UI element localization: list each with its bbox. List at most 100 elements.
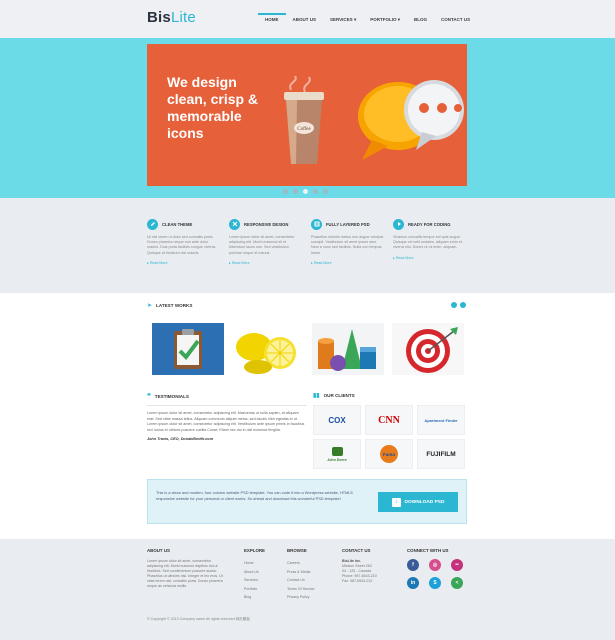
hero-headline: We design clean, crisp & memorable icons: [167, 74, 259, 141]
footer-link[interactable]: Press & Media: [287, 568, 337, 577]
feature-text: Phasellus lobortis metus non augue volut…: [311, 235, 384, 255]
footer-link[interactable]: Blog: [244, 593, 284, 602]
prev-arrow-icon[interactable]: [451, 302, 457, 308]
facebook-icon[interactable]: f: [407, 559, 419, 571]
client-logo-fanta[interactable]: Fanta: [365, 439, 413, 469]
nav-about[interactable]: ABOUT US: [286, 17, 324, 23]
feature-title: FULLY LAYERED PSD: [326, 221, 370, 227]
work-thumb-shapes[interactable]: [312, 323, 384, 375]
feature-ready-coding: READY FOR CODING Vivamus convallis tempo…: [393, 218, 467, 265]
footer-link[interactable]: Home: [244, 559, 284, 568]
footer-contact: CONTACT US BisLite Inc. Mission Street 2…: [342, 548, 397, 584]
footer-link[interactable]: Terms Of Service: [287, 585, 337, 594]
read-more-link[interactable]: ▸ Read More: [393, 256, 467, 260]
download-label: DOWNLOAD PSD: [404, 499, 445, 505]
social-icons: f ◎ •• in S <: [407, 559, 469, 589]
coffee-cup-icon: Coffee: [284, 76, 324, 164]
works-nav: [451, 302, 466, 308]
slider-dot[interactable]: [323, 189, 328, 194]
download-banner: This is a clean and modern, four column …: [147, 479, 467, 524]
testimonials-title: TESTIMONIALS: [154, 393, 189, 399]
chevron-down-icon: ▾: [353, 17, 357, 22]
footer-link[interactable]: Portfolio: [244, 585, 284, 594]
chat-bubble-icon: [358, 80, 464, 160]
footer-browse: BROWSE Careers Press & Media Contact Us …: [287, 548, 337, 602]
slider-dot[interactable]: [303, 189, 308, 194]
slider-dot[interactable]: [283, 189, 288, 194]
nav-portfolio-label: PORTFOLIO: [370, 17, 397, 22]
works-title: LATEST WORKS: [156, 303, 193, 308]
footer-link[interactable]: Careers: [287, 559, 337, 568]
footer-connect-title: CONNECT WITH US: [407, 548, 449, 553]
linkedin-icon[interactable]: in: [407, 577, 419, 589]
footer-link[interactable]: Services: [244, 576, 284, 585]
share-icon[interactable]: <: [451, 577, 463, 589]
feature-text: Vivamus convallis tempor est quis augue.…: [393, 235, 463, 250]
quote-icon: ❝: [147, 393, 151, 400]
nav-portfolio[interactable]: PORTFOLIO ▾: [363, 17, 407, 23]
client-logo-cnn[interactable]: CNN: [365, 405, 413, 435]
clients-title: OUR CLIENTS: [323, 393, 355, 398]
feature-title: READY FOR CODING: [408, 221, 451, 227]
dribbble-icon[interactable]: ◎: [429, 559, 441, 571]
download-psd-button[interactable]: ↓ DOWNLOAD PSD: [378, 492, 458, 512]
feature-text: Ut nisi lorem ut dolor sed convallis por…: [147, 235, 217, 255]
work-thumb-clipboard[interactable]: [152, 323, 224, 375]
client-logo-cox[interactable]: COX: [313, 405, 361, 435]
close-icon: [229, 218, 240, 230]
logo-main-text: Bis: [147, 9, 171, 26]
client-name: Fanta: [380, 445, 398, 463]
next-arrow-icon[interactable]: [460, 302, 466, 308]
footer-fax: Fax: 987-6543-210: [342, 579, 373, 583]
nav-services[interactable]: SERVICES ▾: [323, 17, 363, 23]
footer-about: ABOUT US Lorem ipsum dolor sit amet, con…: [147, 548, 227, 589]
footer-connect: CONNECT WITH US f ◎ •• in S <: [407, 548, 469, 589]
client-logos: COX CNN Apartment Finder John Deere Fant…: [313, 405, 469, 469]
read-more-link[interactable]: ▸ Read More: [229, 261, 303, 265]
read-more-label: Read More: [231, 260, 250, 265]
flickr-icon[interactable]: ••: [451, 559, 463, 571]
read-more-label: Read More: [313, 260, 332, 265]
slider-dots: [283, 189, 328, 194]
nav-blog[interactable]: BLOG: [407, 17, 434, 23]
footer-contact-title: CONTACT US: [342, 548, 371, 553]
main-nav: HOME ABOUT US SERVICES ▾ PORTFOLIO ▾ BLO…: [258, 13, 477, 23]
client-logo-apartment-finder[interactable]: Apartment Finder: [417, 405, 465, 435]
testimonials: ❝ TESTIMONIALS Lorem ipsum dolor sit ame…: [147, 392, 307, 443]
features-row: CLEAN THEME Ut nisi lorem ut dolor sed c…: [147, 218, 467, 265]
footer-link[interactable]: Contact Us: [287, 576, 337, 585]
footer-explore: EXPLORE Home About Us Services Portfolio…: [244, 548, 284, 602]
works-gallery: [152, 323, 464, 375]
footer-link[interactable]: Privacy Policy: [287, 593, 337, 602]
footer-explore-title: EXPLORE: [244, 548, 265, 553]
hero-slider[interactable]: We design clean, crisp & memorable icons…: [147, 44, 467, 186]
nav-home[interactable]: HOME: [258, 13, 286, 23]
skype-icon[interactable]: S: [429, 577, 441, 589]
read-more-link[interactable]: ▸ Read More: [311, 261, 385, 265]
work-thumb-lemons[interactable]: [232, 323, 304, 375]
testimonial-text: Lorem ipsum dolor sit amet, consectetur …: [147, 411, 305, 432]
nav-contact[interactable]: CONTACT US: [434, 17, 477, 23]
site-logo[interactable]: BisLite: [147, 9, 196, 26]
client-logo-fujifilm[interactable]: FUJIFILM: [417, 439, 465, 469]
footer-about-title: ABOUT US: [147, 548, 170, 553]
cup-label: Coffee: [297, 127, 311, 132]
testimonial-quote: Lorem ipsum dolor sit amet, consectetur …: [147, 405, 307, 443]
clients-icon: ▮▮: [313, 393, 320, 399]
footer-link[interactable]: About Us: [244, 568, 284, 577]
pencil-icon: [147, 218, 158, 230]
download-icon: ↓: [391, 497, 401, 507]
client-logo-john-deere[interactable]: John Deere: [313, 439, 361, 469]
play-icon: [393, 218, 404, 230]
testimonial-author: John Travis, CEO, DonaldSmith.com: [147, 437, 213, 442]
our-clients: ▮▮ OUR CLIENTS COX CNN Apartment Finder …: [313, 392, 469, 469]
feature-text: Lorem ipsum dolor sit amet, consectetur …: [229, 235, 295, 255]
deer-icon: [331, 446, 343, 456]
feature-title: RESPONSIVE DESIGN: [244, 221, 289, 227]
slider-dot[interactable]: [293, 189, 298, 194]
work-thumb-target[interactable]: [392, 323, 464, 375]
works-heading: ➤ LATEST WORKS: [147, 302, 192, 309]
slider-dot[interactable]: [313, 189, 318, 194]
feature-title: CLEAN THEME: [162, 221, 193, 227]
read-more-link[interactable]: ▸ Read More: [147, 261, 221, 265]
